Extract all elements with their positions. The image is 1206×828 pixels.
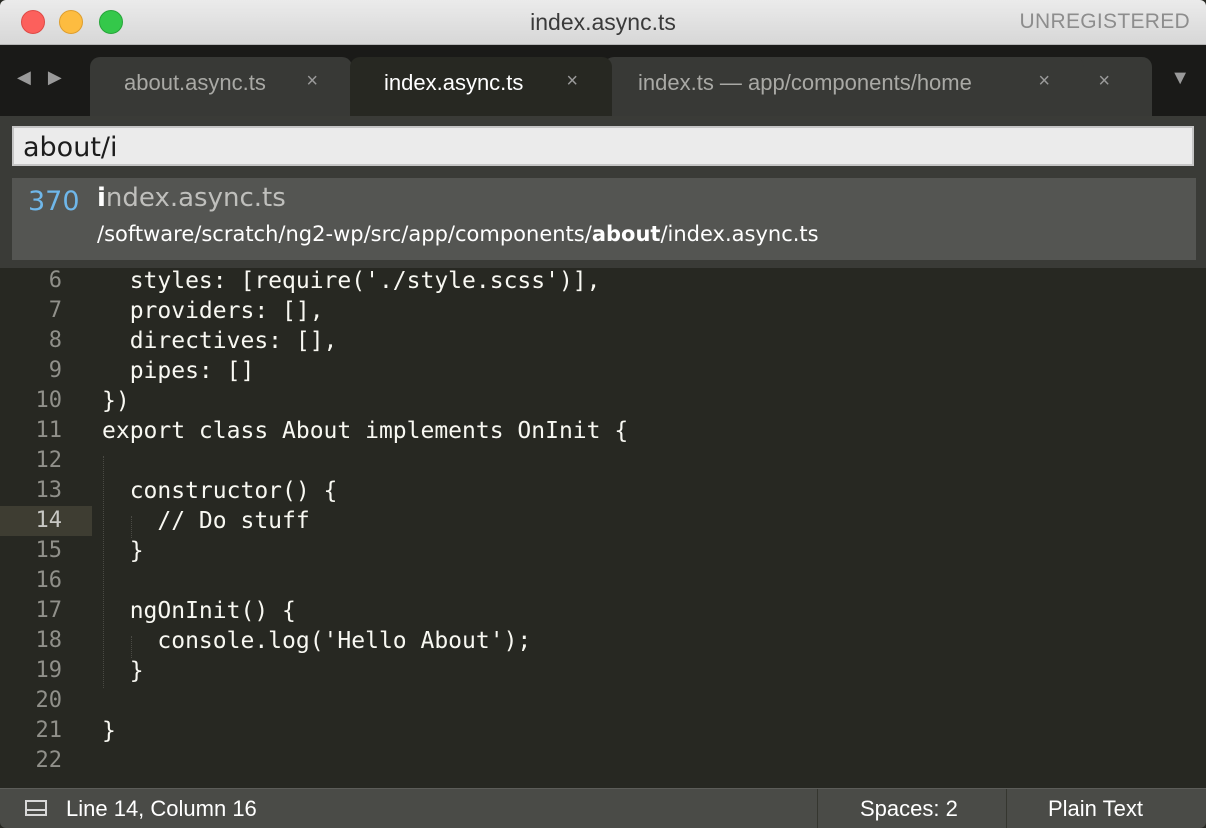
title-bar: index.async.ts UNREGISTERED [0, 0, 1206, 45]
code-line[interactable]: ngOnInit() { [102, 598, 296, 624]
line-number-gutter: 6 7 8 9 10 11 12 13 14 15 16 17 18 19 20 21 22 [0, 268, 92, 788]
result-score: 370 [28, 186, 80, 217]
code-line[interactable]: // Do stuff [102, 508, 309, 534]
code-line[interactable]: } [102, 658, 144, 684]
code-line[interactable]: providers: [], [102, 298, 324, 324]
tab-label: about.async.ts [124, 70, 266, 95]
close-tab-icon[interactable]: × [1038, 70, 1050, 93]
indent-guide [131, 516, 132, 538]
tab-bar: ◀ ▶ about.async.ts × × index.ts — app/co… [0, 45, 1206, 116]
line-number: 8 [48, 328, 62, 353]
syntax-selector[interactable]: Plain Text [1048, 796, 1143, 822]
code-line[interactable]: export class About implements OnInit { [102, 418, 628, 444]
cursor-position: Line 14, Column 16 [66, 796, 257, 821]
result-path-prefix: /software/scratch/ng2-wp/src/app/compone… [97, 222, 592, 246]
close-tab-icon[interactable]: × [566, 70, 578, 93]
line-number: 14 [35, 508, 63, 533]
indent-guide [103, 456, 104, 688]
line-number: 18 [35, 628, 63, 653]
tab-overflow-chevron-icon[interactable]: ▼ [1170, 67, 1190, 90]
line-number: 15 [35, 538, 63, 563]
tab-label: index.async.ts [384, 70, 524, 95]
result-filename-rest: ndex.async.ts [105, 183, 286, 213]
code-line[interactable]: console.log('Hello About'); [102, 628, 531, 654]
code-line[interactable]: } [102, 718, 116, 744]
tab-about-async[interactable]: about.async.ts × [90, 57, 352, 116]
line-number: 11 [35, 418, 63, 443]
code-line[interactable]: pipes: [] [102, 358, 255, 384]
line-number: 9 [48, 358, 62, 383]
line-number: 22 [35, 748, 63, 773]
result-filename: index.async.ts [97, 183, 286, 213]
code-line[interactable]: } [102, 538, 144, 564]
line-number: 17 [35, 598, 63, 623]
close-tab-icon[interactable]: × [1098, 70, 1110, 93]
code-line[interactable]: directives: [], [102, 328, 338, 354]
code-editor[interactable]: 6 7 8 9 10 11 12 13 14 15 16 17 18 19 20 21 22 styles: [… [0, 268, 1206, 788]
code-line[interactable]: constructor() { [102, 478, 338, 504]
code-line[interactable]: styles: [require('./style.scss')], [102, 268, 601, 294]
tab-index-async[interactable]: index.async.ts × [350, 57, 612, 116]
status-bar: Line 14, Column 16 Spaces: 2 Plain Text [0, 788, 1206, 828]
line-number: 13 [35, 478, 63, 503]
editor-window: index.async.ts UNREGISTERED ◀ ▶ about.as… [0, 0, 1206, 828]
result-filename-match: i [97, 183, 106, 213]
indentation-setting[interactable]: Spaces: 2 [860, 796, 958, 822]
result-filepath: /software/scratch/ng2-wp/src/app/compone… [97, 222, 819, 246]
line-number: 19 [35, 658, 63, 683]
panel-toggle-icon[interactable] [25, 800, 47, 816]
line-number: 16 [35, 568, 63, 593]
result-path-suffix: /index.async.ts [660, 222, 819, 246]
line-number: 7 [48, 298, 62, 323]
line-number: 10 [35, 388, 63, 413]
code-line[interactable]: }) [102, 388, 130, 414]
status-divider [817, 789, 818, 828]
goto-anything-input[interactable] [12, 126, 1194, 166]
line-number: 21 [35, 718, 63, 743]
tab-nav-arrows-icon[interactable]: ◀ ▶ [17, 67, 68, 88]
registration-status: UNREGISTERED [1019, 10, 1190, 33]
goto-anything-panel: 370 index.async.ts /software/scratch/ng2… [0, 116, 1206, 268]
result-path-match: about [591, 222, 661, 246]
tab-index-home[interactable]: index.ts — app/components/home × [604, 57, 1084, 116]
goto-result-item[interactable]: 370 index.async.ts /software/scratch/ng2… [12, 178, 1196, 260]
close-tab-icon[interactable]: × [306, 70, 318, 93]
status-divider [1006, 789, 1007, 828]
line-number: 20 [35, 688, 63, 713]
tab-label: index.ts — app/components/home [638, 70, 972, 95]
line-number: 6 [48, 268, 62, 293]
line-number: 12 [35, 448, 63, 473]
indent-guide [131, 636, 132, 658]
